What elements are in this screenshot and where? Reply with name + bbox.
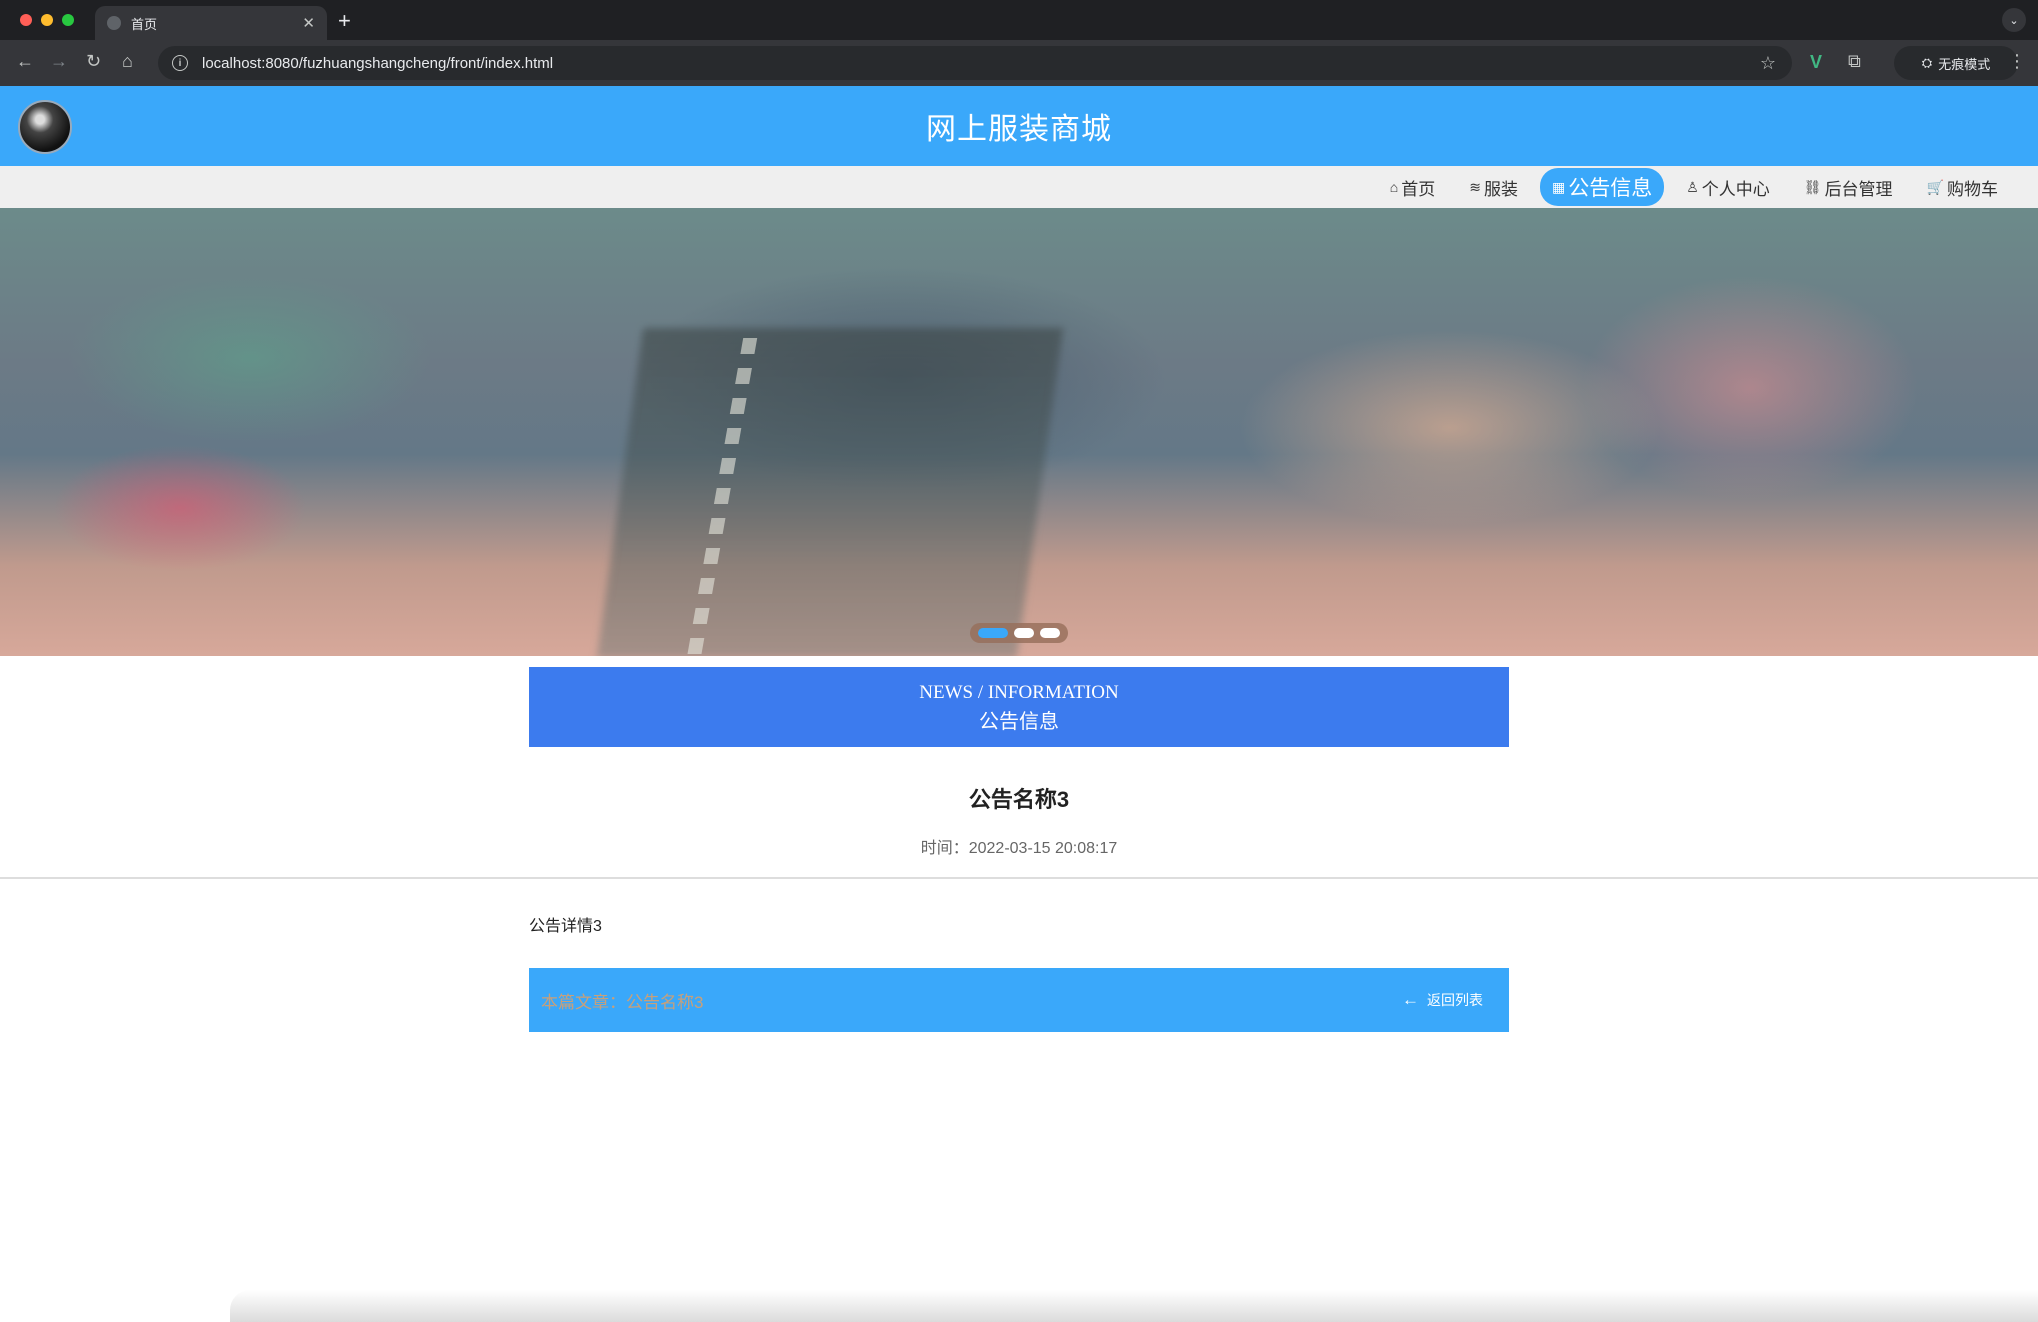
browser-tab-bar: 首页 ✕ + ⌄	[0, 0, 2038, 40]
extensions-puzzle-icon[interactable]: ⧉	[1848, 51, 1861, 72]
section-heading: NEWS / INFORMATION 公告信息	[529, 667, 1509, 747]
user-icon: ♙	[1686, 178, 1699, 195]
section-title-en: NEWS / INFORMATION	[919, 682, 1119, 703]
nav-item-label: 后台管理	[1824, 179, 1893, 199]
arrow-left-icon: ←	[1402, 990, 1419, 1009]
close-tab-icon[interactable]: ✕	[302, 14, 315, 32]
current-article: 本篇文章：公告名称3	[541, 988, 1402, 1013]
globe-icon	[107, 16, 121, 30]
back-arrow-icon[interactable]: ←	[16, 51, 34, 72]
carousel-dot[interactable]	[1014, 628, 1034, 638]
divider	[0, 877, 2038, 879]
incognito-badge[interactable]: ⛭ 无痕模式	[1894, 46, 2018, 80]
article-footer-bar: 本篇文章：公告名称3 ← 返回列表	[529, 968, 1509, 1032]
site-title: 网上服装商城	[926, 113, 1112, 146]
section-title-zh: 公告信息	[979, 711, 1059, 733]
window-controls	[20, 14, 74, 26]
forward-arrow-icon[interactable]: →	[50, 51, 68, 72]
article-meta: 时间：2022-03-15 20:08:17	[0, 834, 2038, 858]
nav-item-5[interactable]: 🛒 购物车	[1915, 169, 2010, 206]
bookmark-star-icon[interactable]: ☆	[1760, 53, 1776, 74]
maximize-window-button[interactable]	[62, 14, 74, 26]
nav-item-1[interactable]: ≋ 服装	[1457, 169, 1530, 206]
banner-carousel[interactable]	[0, 208, 2038, 656]
grid-icon: ▦	[1551, 178, 1566, 195]
current-article-label: 本篇文章：	[541, 992, 626, 1012]
cart-icon: 🛒	[1926, 178, 1944, 195]
site-info-icon[interactable]: i	[172, 55, 188, 71]
nav-item-label: 个人中心	[1701, 179, 1770, 199]
browser-tab[interactable]: 首页 ✕	[95, 6, 327, 40]
new-tab-button[interactable]: +	[338, 8, 351, 34]
site-logo[interactable]	[18, 100, 72, 154]
nav-item-label: 购物车	[1947, 179, 1998, 199]
current-article-value: 公告名称3	[626, 992, 704, 1012]
time-value: 2022-03-15 20:08:17	[968, 840, 1118, 857]
reload-icon[interactable]: ↻	[86, 51, 101, 72]
nav-item-0[interactable]: ⌂ 首页	[1378, 169, 1447, 206]
layers-icon: ≋	[1469, 178, 1481, 195]
back-to-list-label: 返回列表	[1427, 992, 1483, 1008]
nav-item-2[interactable]: ▦ 公告信息	[1539, 168, 1665, 206]
url-text[interactable]: localhost:8080/fuzhuangshangcheng/front/…	[202, 55, 553, 72]
main-nav: ⌂ 首页 ≋ 服装 ▦ 公告信息 ♙ 个人中心 ⛓ 后台管理 🛒 购物车	[0, 166, 2038, 208]
address-bar[interactable]: i localhost:8080/fuzhuangshangcheng/fron…	[158, 46, 1792, 80]
tab-search-button[interactable]: ⌄	[2002, 8, 2026, 32]
article-body: 公告详情3	[529, 918, 602, 935]
link-icon: ⛓	[1803, 178, 1822, 195]
vue-devtools-icon[interactable]: V	[1810, 52, 1822, 73]
incognito-icon: ⛭	[1921, 55, 1933, 70]
browser-toolbar: ← → ↻ ⌂ i localhost:8080/fuzhuangshangch…	[0, 40, 2038, 86]
home-icon: ⌂	[1389, 179, 1399, 195]
time-label: 时间：	[920, 840, 969, 857]
minimize-window-button[interactable]	[41, 14, 53, 26]
incognito-label: 无痕模式	[1938, 56, 1991, 72]
tab-title: 首页	[131, 16, 158, 32]
carousel-indicators	[970, 623, 1068, 643]
nav-item-4[interactable]: ⛓ 后台管理	[1792, 169, 1905, 206]
article-title: 公告名称3	[968, 787, 1070, 812]
page-bottom-shadow	[230, 1290, 2038, 1322]
carousel-dot[interactable]	[978, 628, 1008, 638]
site-header: 网上服装商城	[0, 86, 2038, 166]
home-button-icon[interactable]: ⌂	[122, 51, 133, 72]
close-window-button[interactable]	[20, 14, 32, 26]
nav-item-label: 首页	[1401, 179, 1436, 199]
browser-menu-icon[interactable]: ⋮	[2008, 51, 2026, 72]
nav-item-label: 公告信息	[1568, 177, 1653, 200]
carousel-dot[interactable]	[1040, 628, 1060, 638]
back-to-list-button[interactable]: ← 返回列表	[1402, 990, 1483, 1010]
banner-image	[596, 328, 1064, 656]
nav-items: ⌂ 首页 ≋ 服装 ▦ 公告信息 ♙ 个人中心 ⛓ 后台管理 🛒 购物车	[1378, 166, 2010, 208]
nav-item-3[interactable]: ♙ 个人中心	[1674, 169, 1782, 206]
nav-item-label: 服装	[1483, 179, 1518, 199]
